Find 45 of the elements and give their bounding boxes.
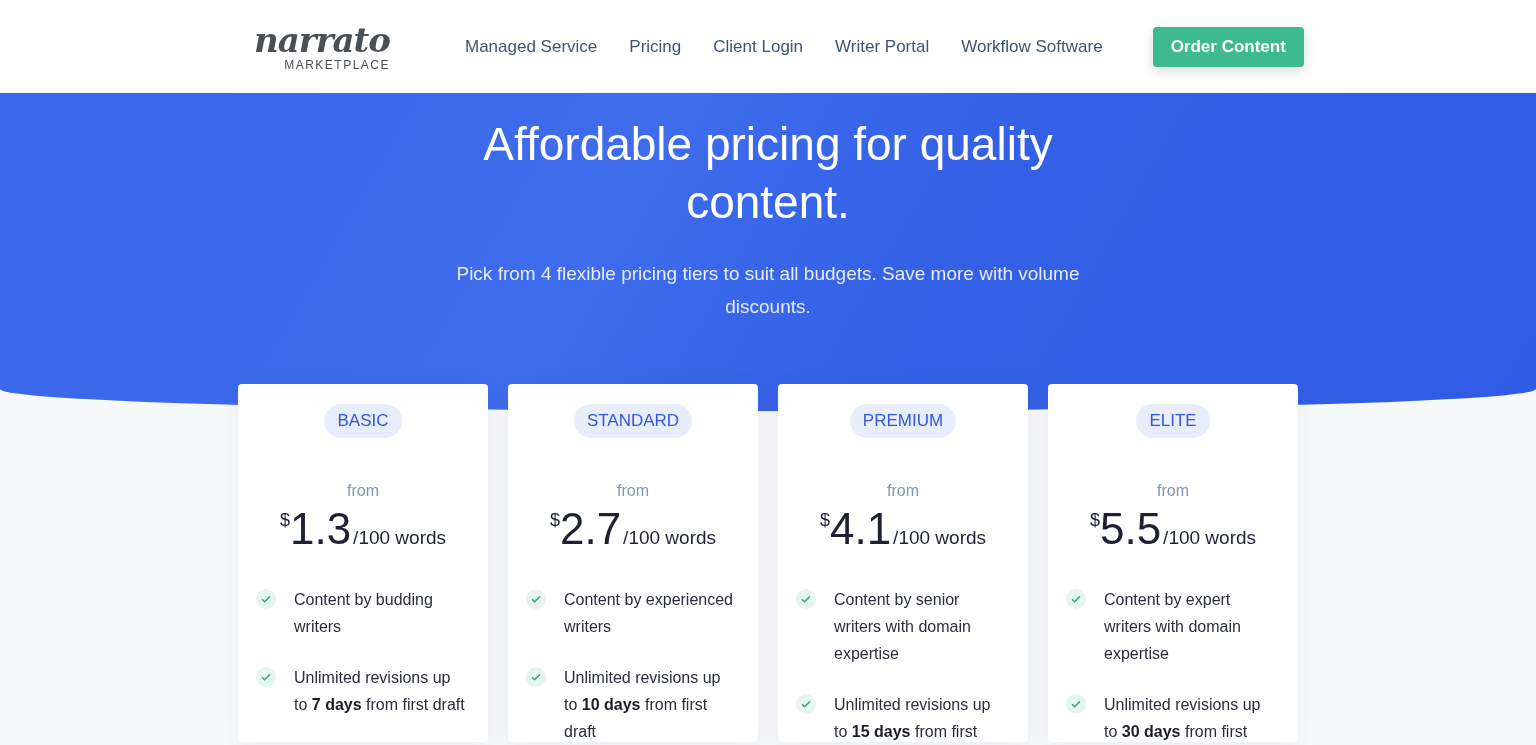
feature-text: Content by budding writers (294, 590, 434, 637)
check-icon (796, 694, 816, 714)
nav-link[interactable]: Pricing (629, 36, 682, 57)
price-amount: 1.3 (289, 504, 352, 554)
tier-badge: ELITE (1136, 404, 1210, 438)
logo-tagline: MARKETPLACE (284, 57, 390, 72)
from-label: from (347, 482, 379, 500)
currency-symbol: $ (1089, 510, 1100, 530)
nav-link[interactable]: Writer Portal (835, 36, 930, 57)
tier-badge: BASIC (324, 404, 402, 438)
hero-subtitle: Pick from 4 flexible pricing tiers to suit all budgets. Save more with volume discounts. (455, 262, 1081, 319)
feature-text: Content by expert writers with domain expertise (1104, 590, 1242, 664)
price-unit: /100 words (623, 527, 717, 549)
feature-text: Unlimited revisions up to 30 days from first (1104, 695, 1262, 742)
feature-text: Unlimited revisions up to 10 days from first draft (564, 668, 722, 742)
price-amount: 4.1 (829, 504, 892, 554)
logo-wordmark[interactable]: narrato (254, 21, 390, 58)
nav-link[interactable]: Managed Service (465, 36, 598, 57)
currency-symbol: $ (549, 510, 560, 530)
feature-text: Content by experienced writers (564, 590, 734, 637)
check-icon (1066, 589, 1086, 609)
currency-symbol: $ (279, 510, 290, 530)
from-label: from (1157, 482, 1189, 500)
hero-title: Affordable pricing for quality content. (482, 117, 1054, 230)
nav-link[interactable]: Client Login (713, 36, 804, 57)
check-icon (796, 589, 816, 609)
tier-badge: STANDARD (573, 404, 693, 438)
price-unit: /100 words (1163, 527, 1257, 549)
price-amount: 5.5 (1099, 504, 1162, 554)
feature-text: Unlimited revisions up to 7 days from first draft (294, 668, 466, 715)
check-icon (1066, 694, 1086, 714)
check-icon (256, 667, 276, 687)
price-unit: /100 words (893, 527, 987, 549)
from-label: from (617, 482, 649, 500)
from-label: from (887, 482, 919, 500)
check-icon (526, 589, 546, 609)
feature-text: Unlimited revisions up to 15 days from first (834, 695, 992, 742)
nav-link[interactable]: Workflow Software (961, 36, 1103, 57)
tier-badge: PREMIUM (849, 404, 957, 438)
check-icon (256, 589, 276, 609)
feature-text: Content by senior writers with domain expertise (834, 590, 972, 664)
currency-symbol: $ (819, 510, 830, 530)
price-amount: 2.7 (559, 504, 622, 554)
check-icon (526, 667, 546, 687)
price-unit: /100 words (353, 527, 447, 549)
